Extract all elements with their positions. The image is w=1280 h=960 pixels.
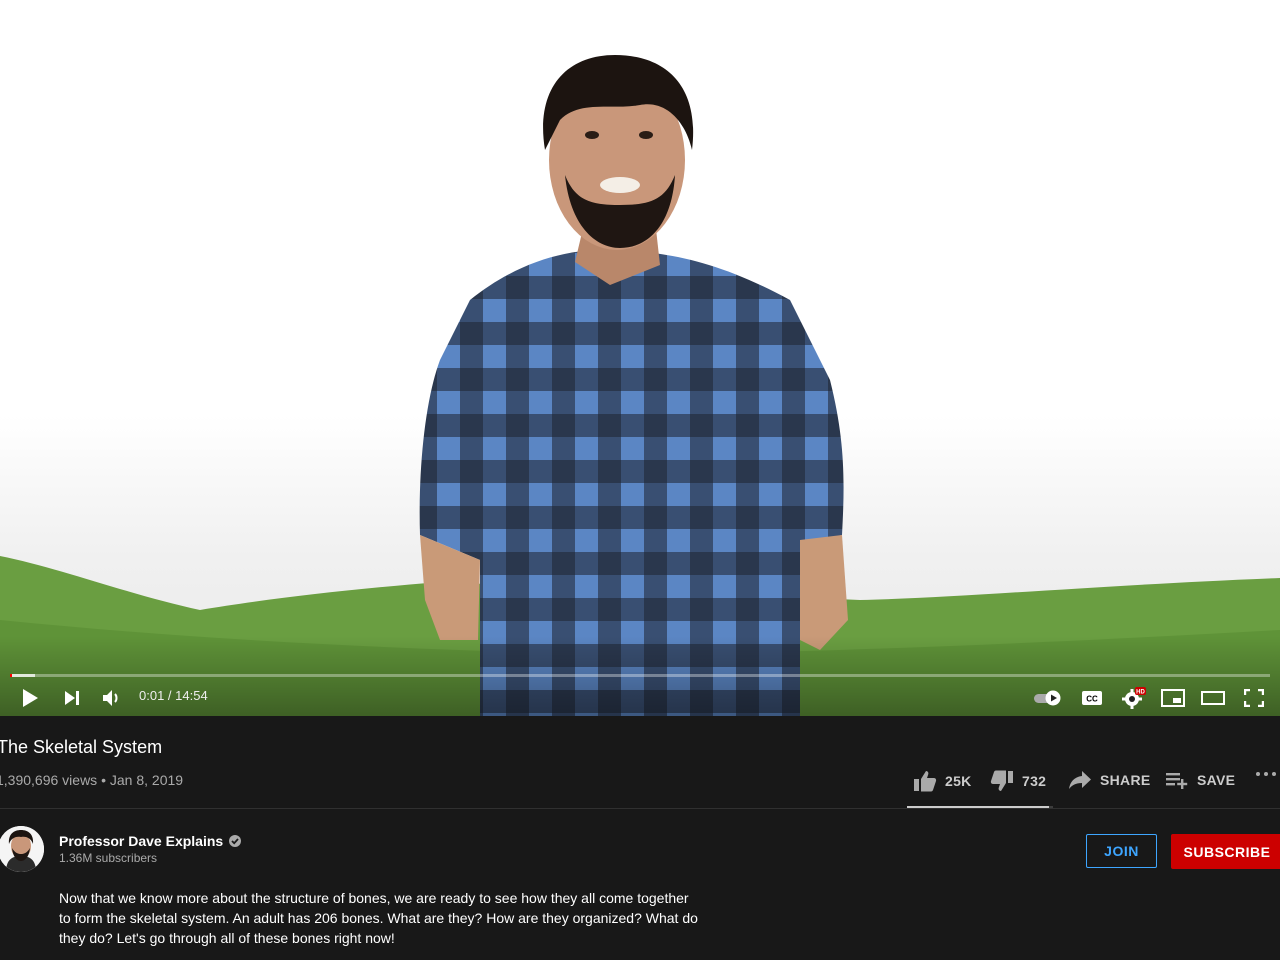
theater-mode-icon xyxy=(1201,691,1225,705)
time-current: 0:01 xyxy=(139,688,165,703)
channel-name-row[interactable]: Professor Dave Explains xyxy=(59,833,242,849)
join-button[interactable]: JOIN xyxy=(1086,834,1157,868)
play-button[interactable] xyxy=(14,680,46,716)
thumbs-up-icon xyxy=(914,771,937,792)
captions-icon: CC xyxy=(1082,691,1102,705)
player-controls: 0:01 / 14:54 CC HD xyxy=(0,680,1280,716)
like-button[interactable]: 25K xyxy=(913,770,972,792)
settings-badge: HD xyxy=(1136,690,1145,696)
volume-button[interactable] xyxy=(96,680,128,716)
share-button[interactable]: SHARE xyxy=(1068,770,1151,790)
upload-date: Jan 8, 2019 xyxy=(109,772,184,788)
next-icon xyxy=(65,691,79,705)
progress-played xyxy=(10,674,12,677)
theater-mode-button[interactable] xyxy=(1197,680,1229,716)
avatar-image xyxy=(0,826,44,872)
video-player[interactable]: 0:01 / 14:54 CC HD xyxy=(0,0,1280,716)
dislike-button[interactable]: 732 xyxy=(990,770,1046,792)
channel-avatar[interactable] xyxy=(0,826,44,872)
miniplayer-icon xyxy=(1161,689,1185,707)
view-count: 1,390,696 views xyxy=(0,772,98,788)
like-count: 25K xyxy=(945,773,972,789)
play-icon xyxy=(23,689,38,707)
settings-icon: HD xyxy=(1122,687,1146,709)
fullscreen-button[interactable] xyxy=(1238,680,1270,716)
presenter xyxy=(419,55,848,716)
autoplay-toggle[interactable] xyxy=(1030,680,1068,716)
autoplay-toggle-icon xyxy=(1034,690,1061,706)
channel-name[interactable]: Professor Dave Explains xyxy=(59,833,223,849)
meta-separator: • xyxy=(97,772,110,788)
progress-bar[interactable] xyxy=(10,674,1270,677)
divider xyxy=(0,808,1280,809)
video-info: The Skeletal System 1,390,696 views • Ja… xyxy=(0,716,1280,960)
miniplayer-button[interactable] xyxy=(1157,680,1189,716)
settings-button[interactable]: HD xyxy=(1118,680,1150,716)
progress-buffered xyxy=(10,674,36,677)
video-frame xyxy=(0,0,1280,716)
dislike-count: 732 xyxy=(1022,773,1047,789)
subscribe-button[interactable]: SUBSCRIBE xyxy=(1171,834,1280,869)
next-button[interactable] xyxy=(56,680,88,716)
video-title: The Skeletal System xyxy=(0,737,163,757)
fullscreen-icon xyxy=(1244,689,1264,707)
add-to-playlist-icon xyxy=(1166,773,1188,789)
time-total: 14:54 xyxy=(175,688,208,703)
save-button[interactable]: SAVE xyxy=(1165,770,1235,790)
video-meta: 1,390,696 views • Jan 8, 2019 xyxy=(0,772,183,788)
share-label: SHARE xyxy=(1100,772,1151,788)
volume-icon xyxy=(103,690,118,706)
share-arrow-icon xyxy=(1069,771,1091,789)
more-actions-button[interactable] xyxy=(1255,770,1280,778)
more-icon xyxy=(1256,772,1276,776)
verified-check-icon xyxy=(229,835,242,847)
captions-button[interactable]: CC xyxy=(1076,680,1108,716)
video-description: Now that we know more about the structur… xyxy=(59,890,698,946)
time-display: 0:01 / 14:54 xyxy=(139,688,208,703)
svg-text:CC: CC xyxy=(1086,695,1098,704)
thumbs-down-icon xyxy=(990,770,1013,791)
save-label: SAVE xyxy=(1197,772,1236,788)
subscriber-count: 1.36M subscribers xyxy=(59,851,158,865)
time-separator: / xyxy=(164,688,176,703)
